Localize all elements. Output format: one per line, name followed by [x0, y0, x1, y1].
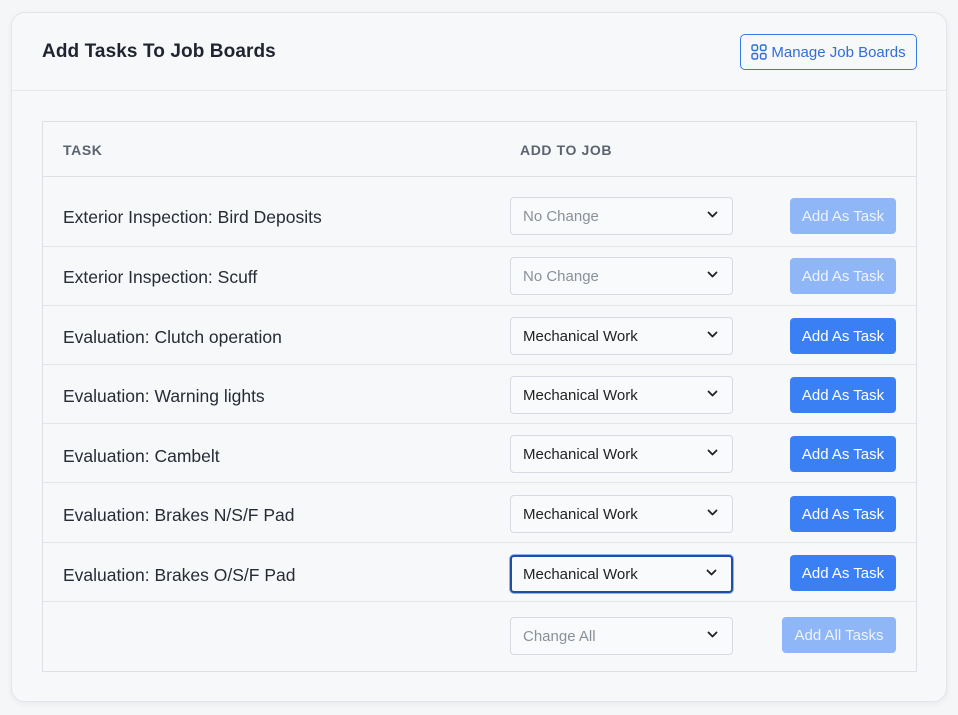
chevron-down-icon	[707, 631, 718, 638]
tasks-table: TASK ADD TO JOB Exterior Inspection: Bir…	[42, 121, 917, 672]
job-select[interactable]: Mechanical Work	[510, 555, 733, 593]
task-name: Evaluation: Brakes N/S/F Pad	[63, 505, 295, 525]
add-as-task-button[interactable]: Add As Task	[790, 496, 896, 532]
job-select[interactable]: Mechanical Work	[510, 317, 733, 355]
add-as-task-button[interactable]: Add As Task	[790, 377, 896, 413]
job-select-value: Mechanical Work	[523, 505, 638, 523]
task-name: Evaluation: Clutch operation	[63, 327, 282, 347]
chevron-down-icon	[707, 390, 718, 397]
card-header: Add Tasks To Job Boards Manage Job Board…	[12, 13, 946, 91]
task-name: Exterior Inspection: Scuff	[63, 267, 258, 287]
task-name: Evaluation: Brakes O/S/F Pad	[63, 565, 296, 585]
task-name: Evaluation: Warning lights	[63, 386, 265, 406]
chevron-down-icon	[707, 331, 718, 338]
table-row: Evaluation: Brakes O/S/F Pad Mechanical …	[43, 543, 916, 602]
add-as-task-button[interactable]: Add As Task	[790, 198, 896, 234]
add-tasks-card: Add Tasks To Job Boards Manage Job Board…	[11, 12, 947, 702]
table-footer-row: Change All Add All Tasks	[43, 602, 916, 671]
grid-icon	[751, 44, 768, 60]
add-all-tasks-button[interactable]: Add All Tasks	[782, 617, 896, 653]
column-header-add-to-job: ADD TO JOB	[520, 142, 613, 158]
table-header: TASK ADD TO JOB	[43, 122, 916, 177]
table-row: Evaluation: Cambelt Mechanical Work Add …	[43, 424, 916, 483]
job-select[interactable]: Mechanical Work	[510, 435, 733, 473]
add-as-task-button[interactable]: Add As Task	[790, 555, 896, 591]
job-select[interactable]: No Change	[510, 197, 733, 235]
table-row: Evaluation: Clutch operation Mechanical …	[43, 306, 916, 365]
job-select[interactable]: No Change	[510, 257, 733, 295]
manage-job-boards-label: Manage Job Boards	[771, 43, 906, 61]
add-as-task-button[interactable]: Add As Task	[790, 436, 896, 472]
chevron-down-icon	[707, 211, 718, 218]
job-select-value: Mechanical Work	[523, 445, 638, 463]
chevron-down-icon	[707, 509, 718, 516]
job-select[interactable]: Mechanical Work	[510, 495, 733, 533]
change-all-placeholder: Change All	[523, 627, 596, 645]
manage-job-boards-button[interactable]: Manage Job Boards	[740, 34, 917, 70]
task-name: Exterior Inspection: Bird Deposits	[63, 207, 322, 227]
page-title: Add Tasks To Job Boards	[42, 41, 276, 62]
table-row: Evaluation: Brakes N/S/F Pad Mechanical …	[43, 484, 916, 543]
chevron-down-icon	[707, 449, 718, 456]
job-select-value: No Change	[523, 207, 599, 225]
add-as-task-button[interactable]: Add As Task	[790, 258, 896, 294]
chevron-down-icon	[707, 271, 718, 278]
job-select[interactable]: Mechanical Work	[510, 376, 733, 414]
table-row: Exterior Inspection: Scuff No Change Add…	[43, 247, 916, 306]
change-all-select[interactable]: Change All	[510, 617, 733, 655]
column-header-task: TASK	[63, 142, 103, 158]
job-select-value: Mechanical Work	[523, 327, 638, 345]
table-row: Evaluation: Warning lights Mechanical Wo…	[43, 365, 916, 424]
chevron-down-icon	[706, 569, 717, 576]
job-select-value: No Change	[523, 267, 599, 285]
job-select-value: Mechanical Work	[523, 386, 638, 404]
add-as-task-button[interactable]: Add As Task	[790, 318, 896, 354]
table-row: Exterior Inspection: Bird Deposits No Ch…	[43, 177, 916, 247]
task-name: Evaluation: Cambelt	[63, 446, 220, 466]
job-select-value: Mechanical Work	[523, 565, 638, 583]
